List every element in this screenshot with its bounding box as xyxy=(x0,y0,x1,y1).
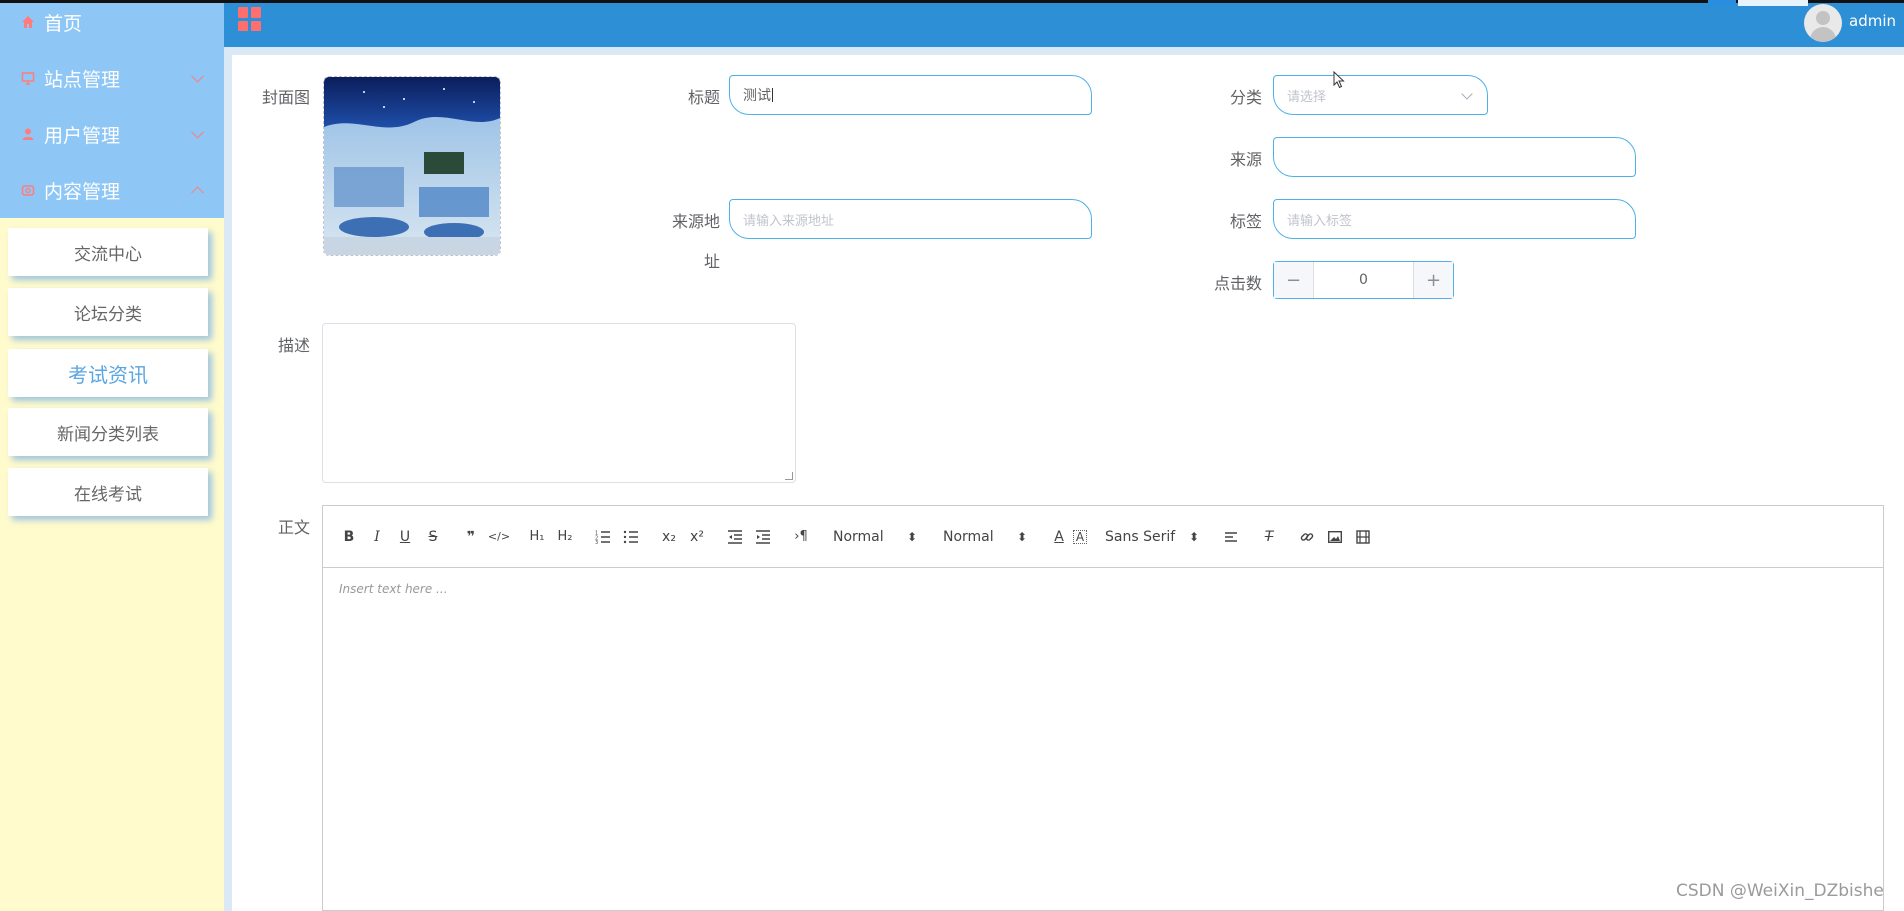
sidebar-subitem-label: 论坛分类 xyxy=(74,304,142,325)
top-strip-tab xyxy=(1738,0,1808,6)
svg-text:3: 3 xyxy=(595,540,598,544)
bold-icon[interactable]: B xyxy=(335,525,363,549)
user-icon xyxy=(20,126,36,142)
background-color-icon[interactable]: A xyxy=(1073,529,1087,544)
italic-icon[interactable]: I xyxy=(363,525,391,549)
sidebar-subitem-exchange[interactable]: 交流中心 xyxy=(8,228,208,276)
sidebar-menu: 首页 站点管理 用户管理 内容管理 xyxy=(0,0,224,218)
sidebar-item-label: 用户管理 xyxy=(44,124,121,147)
sidebar-item-users[interactable]: 用户管理 xyxy=(0,106,224,162)
size-picker-value: Normal xyxy=(943,528,994,545)
sidebar-subitem-label: 新闻分类列表 xyxy=(57,424,159,445)
body-label: 正文 xyxy=(277,518,310,537)
source-url-label-line2: 址 xyxy=(703,252,720,271)
sidebar-subitem-forum-category[interactable]: 论坛分类 xyxy=(8,288,208,336)
ordered-list-icon[interactable]: 123 xyxy=(589,525,617,549)
image-icon[interactable] xyxy=(1321,525,1349,549)
mouse-pointer-icon xyxy=(1333,70,1345,89)
home-icon xyxy=(20,14,36,30)
sidebar-subitem-exam-news[interactable]: 考试资讯 xyxy=(8,349,208,397)
underline-icon[interactable]: U xyxy=(391,525,419,549)
header-picker[interactable]: Normal xyxy=(825,525,925,549)
title-input[interactable]: 测试 xyxy=(729,75,1092,115)
sidebar-item-label: 首页 xyxy=(44,12,83,35)
source-url-label: 来源地 xyxy=(660,208,720,232)
cover-image[interactable] xyxy=(323,76,501,256)
category-select[interactable]: 请选择 xyxy=(1273,75,1488,115)
content-icon xyxy=(20,182,36,198)
font-picker-value: Sans Serif xyxy=(1105,528,1176,545)
sidebar-item-site[interactable]: 站点管理 xyxy=(0,50,224,106)
decrement-button[interactable]: − xyxy=(1274,262,1314,298)
monitor-icon xyxy=(20,70,36,86)
description-label: 描述 xyxy=(277,336,310,355)
superscript-icon[interactable]: x² xyxy=(683,525,711,549)
sidebar-subitem-news-category-list[interactable]: 新闻分类列表 xyxy=(8,408,208,456)
sidebar-subitem-label: 交流中心 xyxy=(74,244,142,265)
tags-input[interactable]: 请输入标签 xyxy=(1273,199,1636,239)
top-strip-tab xyxy=(1708,0,1736,6)
size-picker[interactable]: Normal xyxy=(935,525,1035,549)
sidebar-item-label: 内容管理 xyxy=(44,180,121,203)
subscript-icon[interactable]: x₂ xyxy=(655,525,683,549)
strikethrough-icon[interactable]: S xyxy=(419,525,447,549)
rich-text-editor[interactable]: B I U S ❞ </> H₁ H₂ 123 x₂ x² ›¶ Normal … xyxy=(322,505,1884,911)
title-label: 标题 xyxy=(687,88,720,107)
chevron-down-icon xyxy=(1461,88,1473,100)
outdent-icon[interactable] xyxy=(721,525,749,549)
clicks-stepper[interactable]: − 0 + xyxy=(1273,261,1454,299)
code-block-icon[interactable]: </> xyxy=(485,525,513,549)
resize-handle-icon[interactable] xyxy=(785,472,793,480)
title-input-value: 测试 xyxy=(743,88,771,104)
top-strip xyxy=(0,0,1904,6)
chevron-down-icon xyxy=(191,69,204,83)
cover-label: 封面图 xyxy=(261,88,310,107)
category-select-placeholder: 请选择 xyxy=(1287,89,1327,105)
text-color-icon[interactable]: A xyxy=(1045,525,1073,549)
blockquote-icon[interactable]: ❞ xyxy=(457,525,485,549)
increment-button[interactable]: + xyxy=(1413,262,1453,298)
chevron-down-icon xyxy=(191,125,204,139)
source-url-label-line1: 来源地 xyxy=(671,212,720,231)
sidebar-subitem-label: 考试资讯 xyxy=(68,362,148,387)
source-label: 来源 xyxy=(1229,150,1262,169)
text-direction-icon[interactable]: ›¶ xyxy=(787,525,815,549)
video-icon[interactable] xyxy=(1349,525,1377,549)
indent-icon[interactable] xyxy=(749,525,777,549)
sidebar-item-label: 站点管理 xyxy=(44,68,121,91)
top-header: admin xyxy=(224,3,1904,47)
watermark: CSDN @WeiXin_DZbishe xyxy=(1676,881,1884,901)
sidebar-item-home[interactable]: 首页 xyxy=(0,0,224,50)
tags-placeholder: 请输入标签 xyxy=(1287,213,1353,229)
align-icon[interactable] xyxy=(1217,525,1245,549)
tags-label: 标签 xyxy=(1229,212,1262,231)
description-textarea[interactable] xyxy=(322,323,796,483)
avatar[interactable] xyxy=(1804,4,1842,42)
header2-icon[interactable]: H₂ xyxy=(551,525,579,549)
font-picker[interactable]: Sans Serif xyxy=(1097,525,1207,549)
source-url-placeholder: 请输入来源地址 xyxy=(743,213,835,229)
header-picker-value: Normal xyxy=(833,528,884,545)
editor-toolbar: B I U S ❞ </> H₁ H₂ 123 x₂ x² ›¶ Normal … xyxy=(323,506,1883,568)
clicks-value[interactable]: 0 xyxy=(1314,262,1413,298)
bullet-list-icon[interactable] xyxy=(617,525,645,549)
sidebar-subitem-online-exam[interactable]: 在线考试 xyxy=(8,468,208,516)
clicks-label: 点击数 xyxy=(1213,274,1262,293)
sidebar-item-content[interactable]: 内容管理 xyxy=(0,162,224,218)
sidebar-subitem-label: 在线考试 xyxy=(74,484,142,505)
grid-icon[interactable] xyxy=(238,7,262,31)
chevron-up-icon xyxy=(191,186,204,200)
sidebar: 首页 站点管理 用户管理 内容管理 交流中心 论坛分类 考试资讯 新闻分类列表 … xyxy=(0,0,224,911)
link-icon[interactable] xyxy=(1293,525,1321,549)
clear-format-icon[interactable]: T xyxy=(1255,525,1283,549)
content-edge xyxy=(224,55,232,911)
username[interactable]: admin xyxy=(1849,12,1896,30)
category-label: 分类 xyxy=(1229,88,1262,107)
source-input[interactable] xyxy=(1273,137,1636,177)
editor-placeholder: Insert text here ... xyxy=(339,582,448,596)
header-divider xyxy=(224,47,1904,55)
source-url-input[interactable]: 请输入来源地址 xyxy=(729,199,1092,239)
header1-icon[interactable]: H₁ xyxy=(523,525,551,549)
